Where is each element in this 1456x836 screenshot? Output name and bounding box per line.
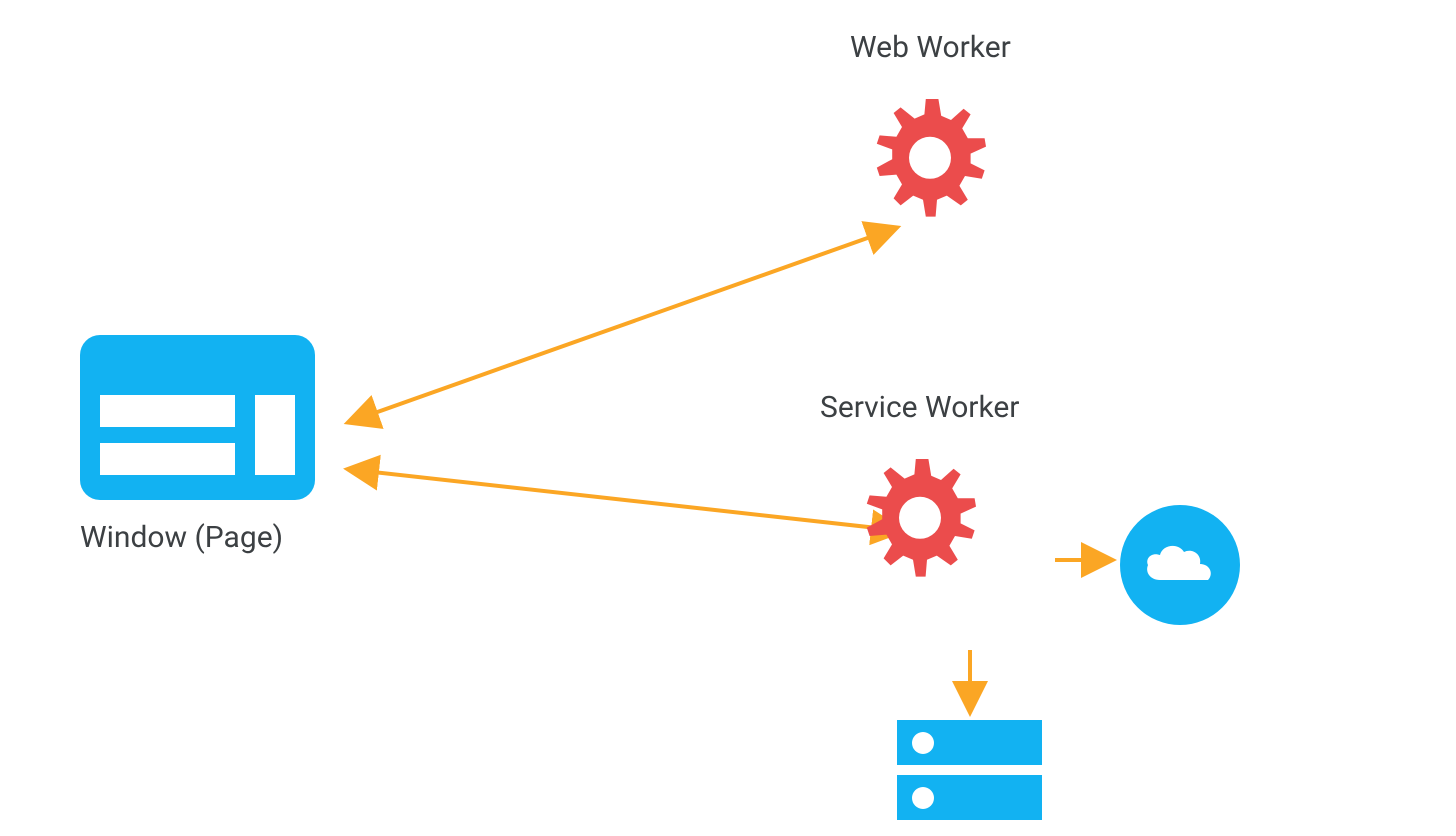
web-worker-gear-icon (860, 85, 1000, 225)
cloud-icon (1140, 540, 1220, 590)
arrow-window-serviceworker (355, 470, 895, 530)
cloud-node (1120, 505, 1240, 625)
window-page-icon (80, 335, 315, 500)
window-page-node: Window (Page) (80, 335, 315, 555)
storage-node (897, 720, 1042, 830)
service-worker-gear-icon (850, 445, 990, 585)
storage-unit-icon (897, 720, 1042, 765)
web-worker-label: Web Worker (850, 30, 1011, 65)
service-worker-label: Service Worker (820, 390, 1019, 425)
storage-unit-icon (897, 775, 1042, 820)
arrow-window-webworker (355, 230, 890, 420)
service-worker-node: Service Worker (820, 390, 1019, 585)
worker-architecture-diagram: Window (Page) Web Worker Service Worker (0, 0, 1456, 836)
web-worker-node: Web Worker (850, 30, 1011, 225)
window-page-label: Window (Page) (80, 520, 315, 555)
